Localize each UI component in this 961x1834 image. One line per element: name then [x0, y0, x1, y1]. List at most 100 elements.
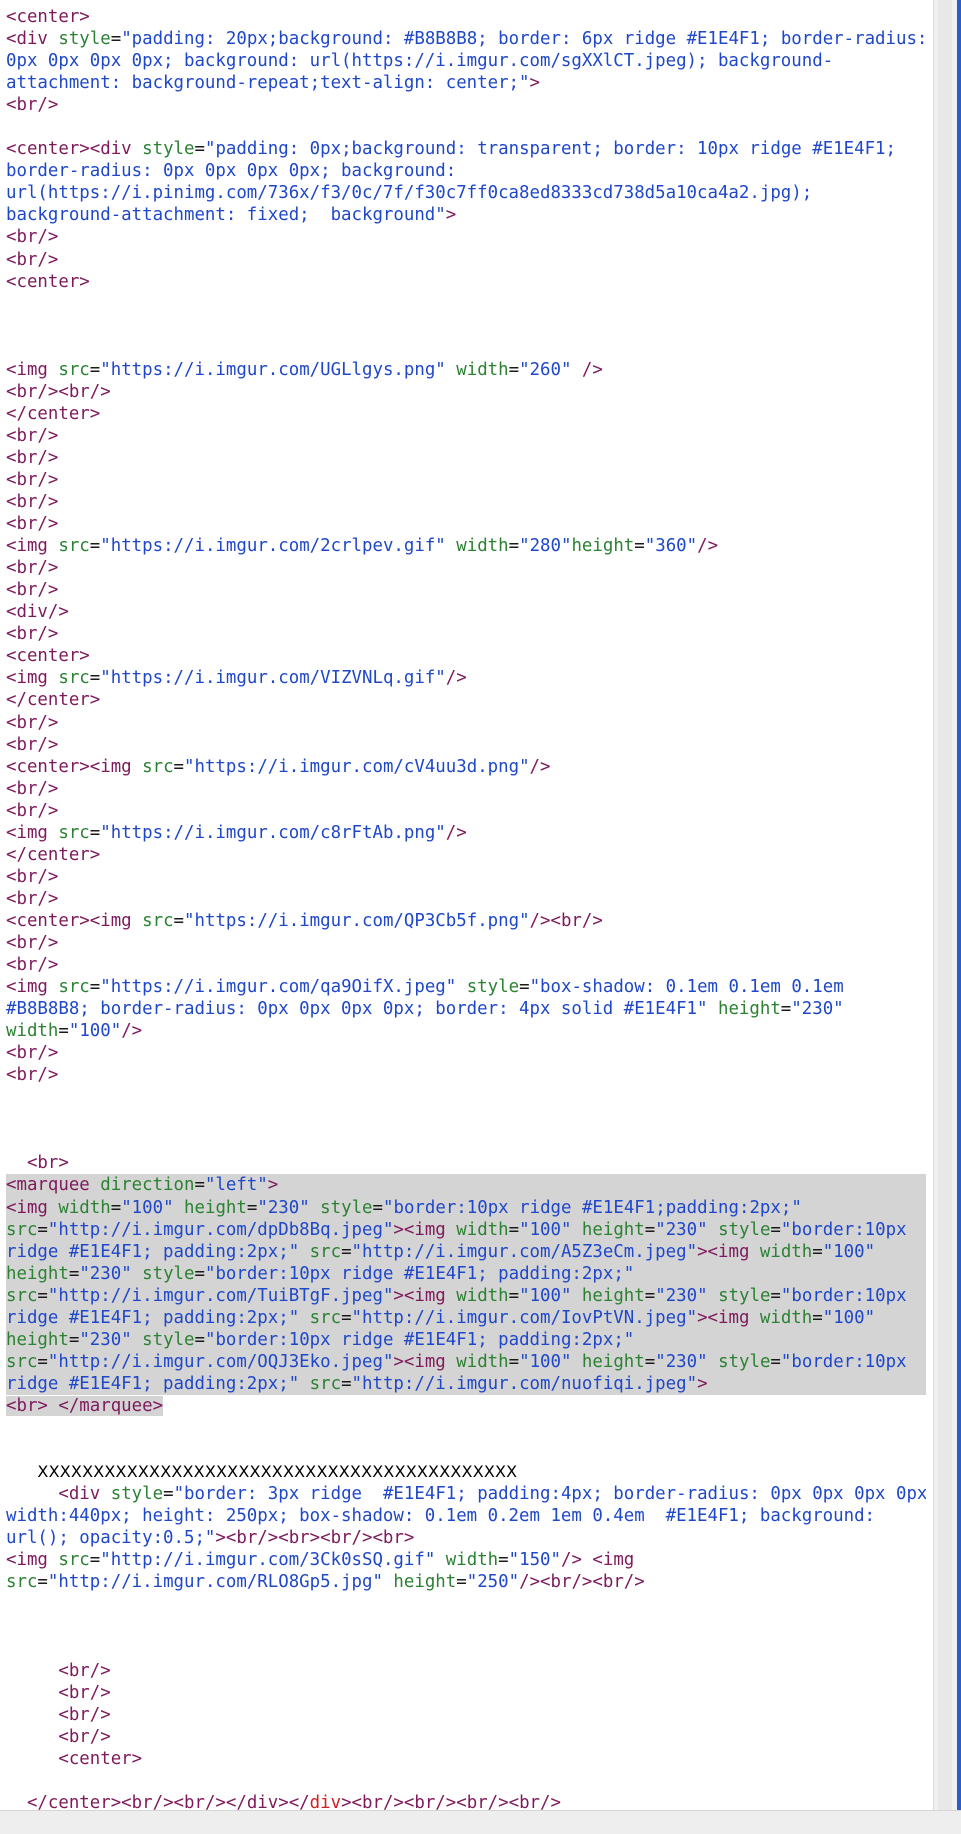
code-line[interactable]: <br/>: [6, 932, 926, 954]
code-token: <center><img: [6, 756, 143, 777]
code-line[interactable]: <img src="https://i.imgur.com/qa9OifX.jp…: [6, 976, 926, 998]
code-line[interactable]: <br/>: [6, 1704, 926, 1726]
code-line[interactable]: 0px 0px 0px 0px; background: url(https:/…: [6, 50, 926, 72]
code-line[interactable]: </center>: [6, 844, 926, 866]
code-token: src: [6, 1219, 38, 1240]
code-line[interactable]: ridge #E1E4F1; padding:2px;" src="http:/…: [6, 1240, 926, 1263]
code-line[interactable]: </center><br/><br/></div></div><br/><br/…: [6, 1792, 926, 1810]
code-line[interactable]: url(); opacity:0.5;"><br/><br><br/><br>: [6, 1527, 926, 1549]
code-token: "https://i.imgur.com/2crlpev.gif": [100, 536, 457, 557]
code-line[interactable]: <br/>: [6, 94, 926, 116]
code-token: width: [445, 1550, 499, 1571]
code-line[interactable]: </center>: [6, 403, 926, 425]
code-token: />: [529, 756, 551, 777]
code-line[interactable]: <br/>: [6, 226, 926, 248]
code-line[interactable]: attachment: background-repeat;text-align…: [6, 72, 926, 94]
code-line[interactable]: <br/>: [6, 557, 926, 579]
code-line[interactable]: <br/>: [6, 1042, 926, 1064]
code-line[interactable]: <center>: [6, 6, 926, 28]
code-line[interactable]: <div style="border: 3px ridge #E1E4F1; p…: [6, 1483, 926, 1505]
code-line[interactable]: [6, 1417, 926, 1439]
code-token: <div: [58, 1484, 111, 1505]
code-line[interactable]: [6, 1130, 926, 1152]
code-line[interactable]: <br/>: [6, 778, 926, 800]
code-line[interactable]: <img src="http://i.imgur.com/3Ck0sSQ.gif…: [6, 1549, 926, 1571]
code-line[interactable]: <marquee direction="left">: [6, 1174, 926, 1197]
code-token: <br/>: [6, 227, 59, 248]
code-line[interactable]: [6, 1439, 926, 1461]
code-line[interactable]: <br/>: [6, 800, 926, 822]
code-line[interactable]: <img width="100" height="230" style="bor…: [6, 1196, 926, 1219]
code-line[interactable]: <br> </marquee>: [6, 1395, 926, 1417]
code-line[interactable]: height="230" style="border:10px ridge #E…: [6, 1328, 926, 1351]
code-token: "360": [644, 536, 698, 557]
code-line[interactable]: <br/>: [6, 425, 926, 447]
code-line[interactable]: <br/>: [6, 866, 926, 888]
code-line[interactable]: [6, 116, 926, 138]
code-line[interactable]: src="http://i.imgur.com/RLO8Gp5.jpg" hei…: [6, 1571, 926, 1593]
code-line[interactable]: src="http://i.imgur.com/TuiBTgF.jpeg"><i…: [6, 1284, 926, 1307]
code-token: =: [89, 1550, 101, 1571]
code-line[interactable]: <img src="https://i.imgur.com/VIZVNLq.gi…: [6, 667, 926, 689]
code-line[interactable]: src="http://i.imgur.com/OQJ3Eko.jpeg"><i…: [6, 1350, 926, 1373]
code-line[interactable]: <center>: [6, 1748, 926, 1770]
code-line[interactable]: <br>: [6, 1152, 926, 1174]
code-line[interactable]: <br/>: [6, 1682, 926, 1704]
scrollbar-track[interactable]: [938, 0, 952, 1810]
code-line[interactable]: <br/>: [6, 1660, 926, 1682]
code-token: <img: [6, 1550, 59, 1571]
code-line[interactable]: [6, 1770, 926, 1792]
code-token: src: [58, 977, 90, 998]
code-line[interactable]: <br/>: [6, 249, 926, 271]
code-line[interactable]: ridge #E1E4F1; padding:2px;" src="http:/…: [6, 1372, 926, 1395]
code-line[interactable]: [6, 1637, 926, 1659]
code-token: <center>: [6, 646, 90, 667]
code-line[interactable]: <br/>: [6, 734, 926, 756]
code-line[interactable]: <br/>: [6, 579, 926, 601]
code-line[interactable]: <br/>: [6, 623, 926, 645]
code-token: <img: [6, 668, 59, 689]
code-line[interactable]: [6, 1086, 926, 1108]
code-line[interactable]: XXXXXXXXXXXXXXXXXXXXXXXXXXXXXXXXXXXXXXXX…: [6, 1461, 926, 1483]
code-line[interactable]: [6, 315, 926, 337]
code-line[interactable]: <img src="https://i.imgur.com/2crlpev.gi…: [6, 535, 926, 557]
code-line[interactable]: <br/>: [6, 447, 926, 469]
code-line[interactable]: [6, 337, 926, 359]
code-line[interactable]: [6, 1615, 926, 1637]
code-line[interactable]: <div/>: [6, 601, 926, 623]
code-line[interactable]: <br/>: [6, 954, 926, 976]
code-line[interactable]: #B8B8B8; border-radius: 0px 0px 0px 0px;…: [6, 998, 926, 1020]
code-line[interactable]: ridge #E1E4F1; padding:2px;" src="http:/…: [6, 1306, 926, 1329]
code-line[interactable]: <div style="padding: 20px;background: #B…: [6, 28, 926, 50]
code-line[interactable]: <center>: [6, 271, 926, 293]
code-line[interactable]: url(https://i.pinimg.com/736x/f3/0c/7f/f…: [6, 182, 926, 204]
code-line[interactable]: width:440px; height: 250px; box-shadow: …: [6, 1505, 926, 1527]
code-line[interactable]: background-attachment: fixed; background…: [6, 204, 926, 226]
code-line[interactable]: [6, 293, 926, 315]
code-line[interactable]: <br/>: [6, 491, 926, 513]
code-line[interactable]: </center>: [6, 689, 926, 711]
code-token: <br/>: [58, 1726, 111, 1747]
code-line[interactable]: border-radius: 0px 0px 0px 0px; backgrou…: [6, 160, 926, 182]
code-line[interactable]: <br/>: [6, 1064, 926, 1086]
code-line[interactable]: src="http://i.imgur.com/dpDb8Bq.jpeg"><i…: [6, 1218, 926, 1241]
code-line[interactable]: <br/>: [6, 712, 926, 734]
code-line[interactable]: <br/>: [6, 469, 926, 491]
code-editor[interactable]: <center> <div style="padding: 20px;backgr…: [0, 0, 933, 1810]
code-line[interactable]: [6, 1108, 926, 1130]
horizontal-scrollbar[interactable]: [0, 1810, 961, 1834]
code-line[interactable]: <br/>: [6, 1726, 926, 1748]
code-line[interactable]: <center><div style="padding: 0px;backgro…: [6, 138, 926, 160]
code-line[interactable]: <br/><br/>: [6, 381, 926, 403]
code-line[interactable]: width="100"/>: [6, 1020, 926, 1042]
code-line[interactable]: height="230" style="border:10px ridge #E…: [6, 1262, 926, 1285]
code-line[interactable]: <br/>: [6, 513, 926, 535]
code-line[interactable]: <center><img src="https://i.imgur.com/cV…: [6, 756, 926, 778]
code-line[interactable]: <img src="https://i.imgur.com/c8rFtAb.pn…: [6, 822, 926, 844]
vertical-scrollbar[interactable]: [933, 0, 961, 1810]
code-line[interactable]: <center><img src="https://i.imgur.com/QP…: [6, 910, 926, 932]
code-line[interactable]: <center>: [6, 645, 926, 667]
code-line[interactable]: <img src="https://i.imgur.com/UGLlgys.pn…: [6, 359, 926, 381]
code-line[interactable]: [6, 1593, 926, 1615]
code-line[interactable]: <br/>: [6, 888, 926, 910]
